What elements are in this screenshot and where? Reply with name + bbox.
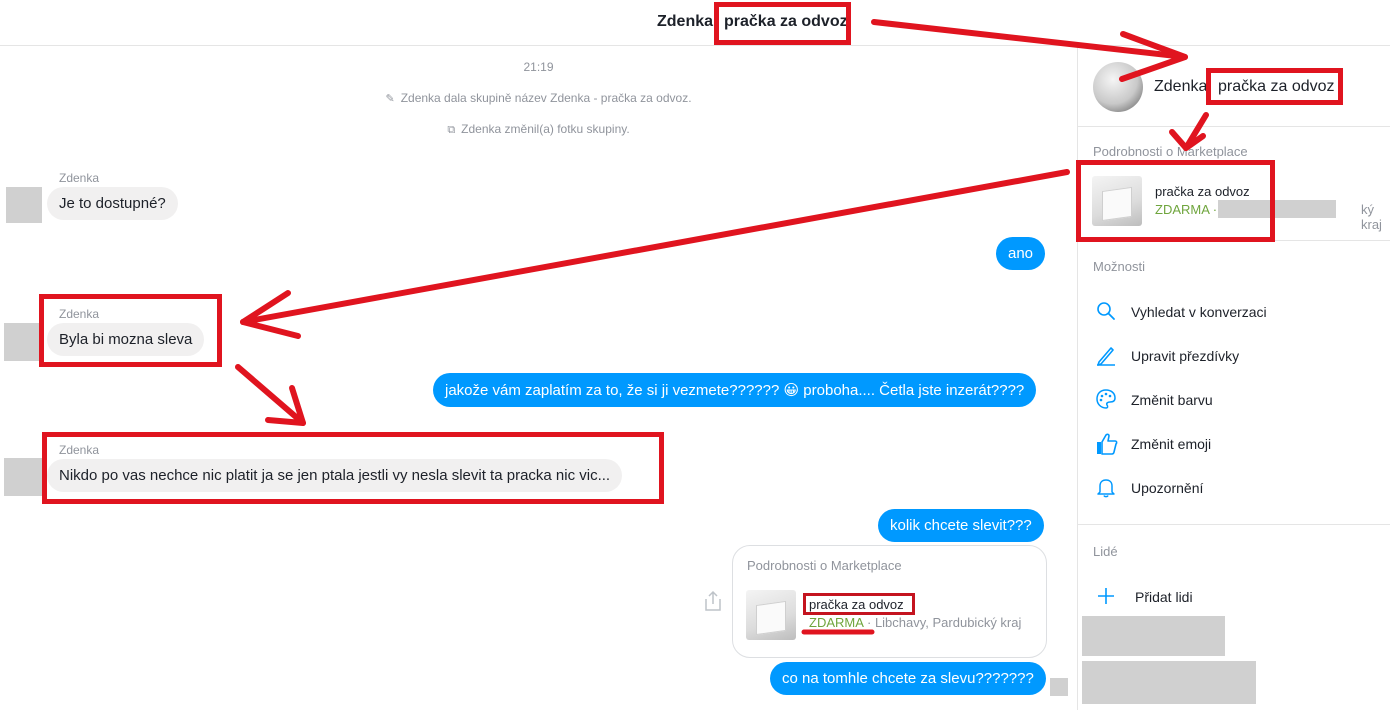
pencil-icon [1097,347,1115,366]
outgoing-message-bubble[interactable]: co na tomhle chcete za slevu??????? [770,662,1046,695]
header-participant-name: Zdenka [657,13,714,30]
option-change-emoji[interactable]: Změnit emoji [1093,431,1383,457]
add-people-button[interactable]: Přidat lidi [1093,584,1383,610]
system-message-text: Zdenka změnil(a) fotku skupiny. [461,122,630,136]
divider [1078,524,1390,525]
photo-icon: ⧉ [447,124,456,136]
conversation-details-sidebar: Zdenka pračka za odvoz Podrobnosti o Mar… [1077,46,1390,710]
sidebar-participant-name: Zdenka [1154,78,1208,95]
divider [1078,126,1390,127]
pencil-icon: ✎ [385,93,395,105]
conversation-header: Zdenka pračka za odvoz [0,0,1390,46]
people-section-heading: Lidé [1093,544,1118,559]
annotation-box [39,294,222,367]
group-avatar[interactable] [1093,62,1143,112]
listing-thumbnail[interactable] [746,590,796,640]
marketplace-card-heading: Podrobnosti o Marketplace [747,558,902,573]
marketplace-section-heading: Podrobnosti o Marketplace [1093,144,1248,159]
annotation-arrow-head [265,385,306,426]
annotation-box [714,2,851,45]
avatar[interactable] [4,458,42,496]
option-notifications[interactable]: Upozornění [1093,475,1383,501]
bell-icon [1097,479,1115,498]
outgoing-message-bubble[interactable]: jakože vám zaplatím za to, že si ji vezm… [433,373,1037,407]
annotation-box [803,593,915,615]
redacted-person[interactable] [1082,661,1256,704]
option-label: Vyhledat v konverzaci [1131,304,1267,320]
annotation-box [42,432,664,504]
message-sender: Zdenka [59,171,100,185]
share-icon[interactable] [703,590,723,612]
outgoing-message-bubble[interactable]: kolik chcete slevit??? [878,509,1044,542]
thumbs-up-icon [1097,433,1118,455]
system-message-text: Zdenka dala skupině název Zdenka - pračk… [400,91,692,105]
system-message-photo: ⧉ Zdenka změnil(a) fotku skupiny. [0,122,1077,137]
annotation-box [1076,160,1275,242]
avatar[interactable] [4,323,40,361]
option-change-color[interactable]: Změnit barvu [1093,387,1383,413]
sidebar-listing-location-tail: ký kraj [1361,202,1382,232]
outgoing-message-bubble[interactable]: ano [996,237,1046,270]
annotation-arrow [235,364,306,426]
redacted-person[interactable] [1082,616,1225,656]
option-label: Upozornění [1131,480,1204,496]
incoming-message-bubble[interactable]: Je to dostupné? [47,187,178,220]
option-search-conversation[interactable]: Vyhledat v konverzaci [1093,299,1383,325]
plus-icon [1098,588,1114,604]
avatar[interactable] [6,187,42,223]
listing-price: ZDARMA [809,615,864,630]
add-people-label: Přidat lidi [1135,589,1193,605]
listing-location: · Libchavy, Pardubický kraj [867,615,1022,630]
options-section-heading: Možnosti [1093,259,1146,274]
option-label: Změnit emoji [1131,436,1212,452]
annotation-arrow [240,169,1070,325]
annotation-box [1206,68,1343,105]
palette-icon [1096,389,1116,409]
read-receipt-avatar [1050,678,1068,696]
annotation-arrow-head [240,290,301,339]
search-icon [1097,302,1115,320]
option-label: Upravit přezdívky [1131,348,1240,364]
option-edit-nicknames[interactable]: Upravit přezdívky [1093,343,1383,369]
system-message-rename: ✎ Zdenka dala skupině název Zdenka - prač… [0,91,1077,105]
message-timestamp: 21:19 [523,60,554,74]
option-label: Změnit barvu [1131,392,1213,408]
